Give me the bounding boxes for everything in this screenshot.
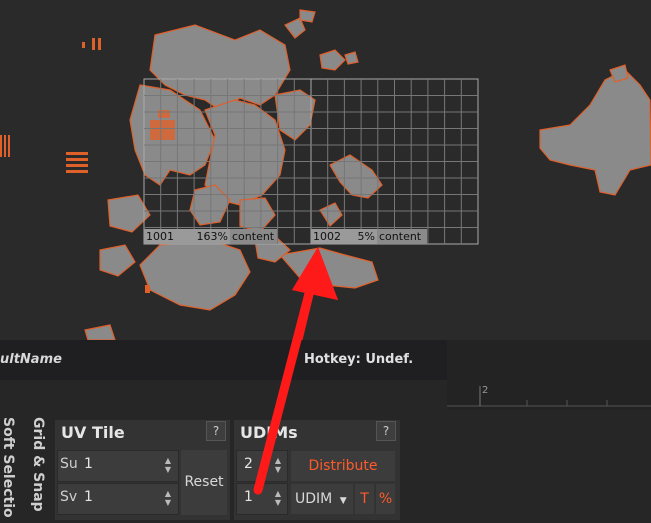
tile-label-1001: 1001 163% content bbox=[144, 229, 277, 244]
udim-count-value[interactable]: 2 bbox=[244, 456, 253, 472]
uv-islands[interactable] bbox=[84, 9, 651, 340]
status-bar: ultName Hotkey: Undef. bbox=[0, 340, 447, 380]
udim-count-field[interactable]: 2 ▲ ▼ bbox=[236, 450, 288, 482]
udim-mode-select[interactable]: UDIM ▼ bbox=[291, 484, 353, 514]
uv-grid bbox=[143, 78, 479, 245]
reset-button[interactable]: Reset bbox=[181, 450, 227, 515]
udim-secondary-field[interactable]: 1 ▲ ▼ bbox=[236, 483, 288, 515]
ruler-tick-label: 2 bbox=[482, 385, 489, 396]
t-toggle-button[interactable]: T bbox=[355, 484, 374, 514]
su-label: Su bbox=[60, 456, 78, 472]
tab-grid-snap[interactable]: Grid & Snap bbox=[30, 417, 46, 523]
uv-canvas[interactable] bbox=[0, 0, 651, 340]
uv-viewport[interactable]: 1001 163% content 1002 5% content bbox=[0, 0, 651, 340]
udims-help-button[interactable]: ? bbox=[376, 421, 396, 441]
udims-title: UDIMs bbox=[240, 423, 298, 442]
tile-content-label: content bbox=[230, 229, 277, 244]
tile-id: 1001 bbox=[144, 229, 188, 244]
uv-tile-help-button[interactable]: ? bbox=[206, 421, 226, 441]
tile-content-label: content bbox=[377, 229, 427, 244]
ruler: 2 bbox=[447, 380, 651, 410]
sv-spinner-icon[interactable]: ▲ ▼ bbox=[163, 489, 173, 507]
hotkey-label: Hotkey: Undef. bbox=[304, 352, 414, 367]
su-spinner-icon[interactable]: ▲ ▼ bbox=[163, 456, 173, 474]
udim-count-spinner-icon[interactable]: ▲ ▼ bbox=[273, 456, 283, 474]
udims-panel: UDIMs ? 2 ▲ ▼ Distribute 1 ▲ ▼ UDIM ▼ T % bbox=[234, 420, 400, 520]
tile-label-1002: 1002 5% content bbox=[311, 229, 427, 244]
sv-field[interactable]: Sv 1 ▲ ▼ bbox=[57, 483, 179, 515]
percent-toggle-button[interactable]: % bbox=[376, 484, 395, 514]
uv-tile-title: UV Tile bbox=[61, 423, 125, 442]
udim-secondary-value[interactable]: 1 bbox=[244, 489, 253, 505]
su-value[interactable]: 1 bbox=[84, 456, 93, 472]
tile-id: 1002 bbox=[311, 229, 347, 244]
sv-value[interactable]: 1 bbox=[84, 489, 93, 505]
brush-name: ultName bbox=[0, 352, 62, 367]
sv-label: Sv bbox=[60, 489, 78, 505]
distribute-button[interactable]: Distribute bbox=[291, 451, 395, 481]
udim-mode-value: UDIM bbox=[295, 491, 333, 507]
tile-percent: 163% bbox=[188, 229, 230, 244]
dropdown-arrow-icon: ▼ bbox=[339, 496, 347, 506]
uv-tile-panel: UV Tile ? Su 1 ▲ ▼ Sv 1 ▲ ▼ Reset bbox=[55, 420, 230, 520]
tab-soft-selection[interactable]: Soft Selectio bbox=[0, 417, 16, 523]
su-field[interactable]: Su 1 ▲ ▼ bbox=[57, 450, 179, 482]
tile-percent: 5% bbox=[347, 229, 377, 244]
tool-panel-area-right bbox=[447, 410, 651, 523]
udim-secondary-spinner-icon[interactable]: ▲ ▼ bbox=[273, 489, 283, 507]
